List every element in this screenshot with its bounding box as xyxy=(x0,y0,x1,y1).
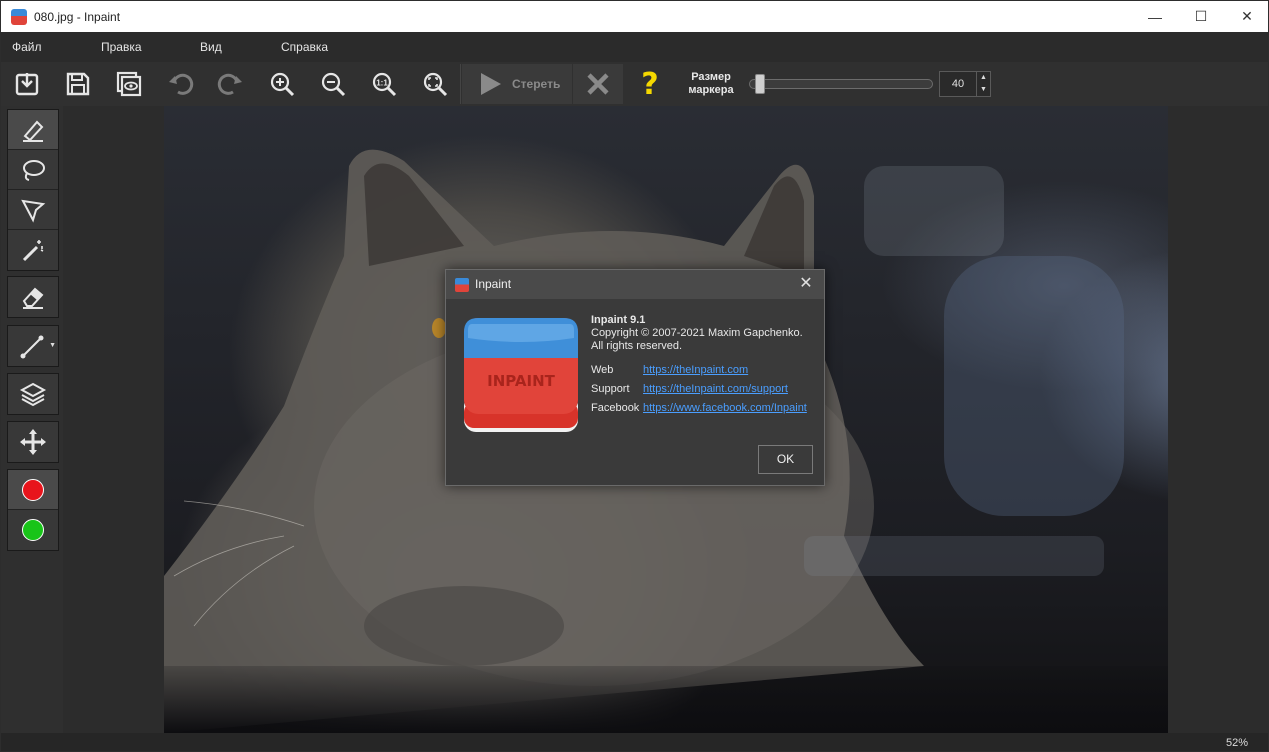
app-window: 080.jpg - Inpaint — ☐ ✕ Файл Правка Вид … xyxy=(0,0,1269,752)
minimize-button[interactable]: — xyxy=(1132,1,1178,32)
logo-text: INPAINT xyxy=(487,372,555,390)
menu-view[interactable]: Вид xyxy=(200,32,222,62)
move-icon xyxy=(20,429,46,455)
zoom-actual-icon: 1:1 xyxy=(372,72,397,97)
dialog-close-icon[interactable]: ✕ xyxy=(796,274,816,294)
redo-button[interactable] xyxy=(212,66,250,102)
marker-size-slider[interactable] xyxy=(749,79,933,89)
about-info: Inpaint 9.1 Copyright © 2007-2021 Maxim … xyxy=(591,314,803,353)
product-name: Inpaint 9.1 xyxy=(591,314,646,326)
marker-tool[interactable] xyxy=(8,110,58,150)
eraser-icon xyxy=(22,287,44,309)
undo-button[interactable] xyxy=(161,66,199,102)
polygon-lasso-tool[interactable] xyxy=(8,190,58,230)
zoom-fit-button[interactable] xyxy=(416,66,454,102)
zoom-fit-icon xyxy=(423,72,448,97)
zoom-out-button[interactable] xyxy=(314,66,352,102)
zoom-out-icon xyxy=(321,72,346,97)
dialog-app-icon xyxy=(455,278,469,292)
move-tools xyxy=(7,421,59,463)
copyright-text: Copyright © 2007-2021 Maxim Gapchenko. xyxy=(591,327,803,339)
toolbar-separator xyxy=(460,64,461,104)
facebook-label: Facebook xyxy=(591,402,640,414)
ok-button[interactable]: OK xyxy=(758,445,813,474)
rights-text: All rights reserved. xyxy=(591,340,683,352)
lasso-tool[interactable] xyxy=(8,150,58,190)
menu-bar: Файл Правка Вид Справка xyxy=(1,32,1268,62)
marker-size-label-line2: маркера xyxy=(688,84,734,96)
cross-icon xyxy=(587,73,609,95)
lasso-icon xyxy=(23,159,45,181)
save-icon xyxy=(66,72,90,96)
marker-size-slider-handle[interactable] xyxy=(755,74,765,94)
green-color-icon xyxy=(22,519,44,541)
erase-button[interactable]: Стереть xyxy=(462,64,572,104)
polygon-lasso-icon xyxy=(21,199,46,223)
undo-icon xyxy=(169,73,194,95)
zoom-level: 52% xyxy=(1225,737,1248,749)
help-button[interactable]: ? xyxy=(631,66,669,102)
about-dialog: Inpaint ✕ INPAINT Inpaint 9.1 Copyright … xyxy=(445,269,825,486)
spin-arrows[interactable]: ▲ ▼ xyxy=(976,72,990,96)
mask-color-tools xyxy=(7,469,59,551)
magic-wand-tool[interactable] xyxy=(8,230,58,270)
red-color-icon xyxy=(22,478,44,501)
web-link[interactable]: https://theInpaint.com xyxy=(643,364,748,376)
support-label: Support xyxy=(591,383,630,395)
move-tool[interactable] xyxy=(8,422,58,462)
play-icon xyxy=(481,73,501,95)
close-button[interactable]: ✕ xyxy=(1224,1,1268,32)
menu-help[interactable]: Справка xyxy=(281,32,328,62)
window-title: 080.jpg - Inpaint xyxy=(34,9,121,24)
inpaint-logo: INPAINT xyxy=(464,318,578,432)
save-button[interactable] xyxy=(59,66,97,102)
marker-size-spinbox[interactable]: 40 ▲ ▼ xyxy=(939,71,991,97)
red-mask-color[interactable] xyxy=(8,470,58,510)
zoom-in-button[interactable] xyxy=(263,66,301,102)
selection-tools xyxy=(7,109,59,271)
marker-size-label-line1: Размер xyxy=(691,71,731,83)
erase-label: Стереть xyxy=(512,77,561,91)
svg-text:1:1: 1:1 xyxy=(376,79,388,88)
menu-edit[interactable]: Правка xyxy=(101,32,142,62)
zoom-actual-button[interactable]: 1:1 xyxy=(365,66,403,102)
line-tools: ▼ xyxy=(7,325,59,367)
eraser-tool[interactable] xyxy=(8,277,58,317)
support-link[interactable]: https://theInpaint.com/support xyxy=(643,383,788,395)
marker-size-label: Размер маркера xyxy=(683,71,739,97)
dialog-title-bar: Inpaint ✕ xyxy=(446,270,824,299)
title-bar: 080.jpg - Inpaint — ☐ ✕ xyxy=(1,1,1268,32)
line-tool[interactable]: ▼ xyxy=(8,326,58,366)
preview-icon xyxy=(116,71,142,97)
line-icon xyxy=(20,335,44,359)
preview-button[interactable] xyxy=(110,66,148,102)
spin-up-icon[interactable]: ▲ xyxy=(977,72,990,84)
cancel-button[interactable] xyxy=(573,64,623,104)
dropdown-arrow-icon[interactable]: ▼ xyxy=(49,342,56,349)
tool-panel: ▼ xyxy=(1,106,63,733)
menu-file[interactable]: Файл xyxy=(12,32,42,62)
app-icon xyxy=(11,8,27,25)
layers-tool[interactable] xyxy=(8,374,58,414)
open-button[interactable] xyxy=(8,66,46,102)
facebook-link[interactable]: https://www.facebook.com/Inpaint xyxy=(643,402,807,414)
green-mask-color[interactable] xyxy=(8,510,58,550)
web-label: Web xyxy=(591,364,614,376)
open-icon xyxy=(15,73,39,96)
layer-tools xyxy=(7,373,59,415)
eraser-tools xyxy=(7,276,59,318)
redo-icon xyxy=(217,73,242,95)
spin-down-icon[interactable]: ▼ xyxy=(977,84,990,96)
maximize-button[interactable]: ☐ xyxy=(1178,1,1224,32)
magic-wand-icon xyxy=(22,240,44,262)
dialog-title: Inpaint xyxy=(475,277,512,291)
toolbar: 1:1 Стереть ? Размер маркера 40 ▲ ▼ xyxy=(1,62,1268,106)
layers-icon xyxy=(19,382,47,407)
status-bar: 52% xyxy=(1,733,1268,751)
marker-size-value[interactable]: 40 xyxy=(940,72,976,96)
photo-foreground xyxy=(164,666,1168,733)
zoom-in-icon xyxy=(270,72,295,97)
marker-icon xyxy=(23,120,44,142)
